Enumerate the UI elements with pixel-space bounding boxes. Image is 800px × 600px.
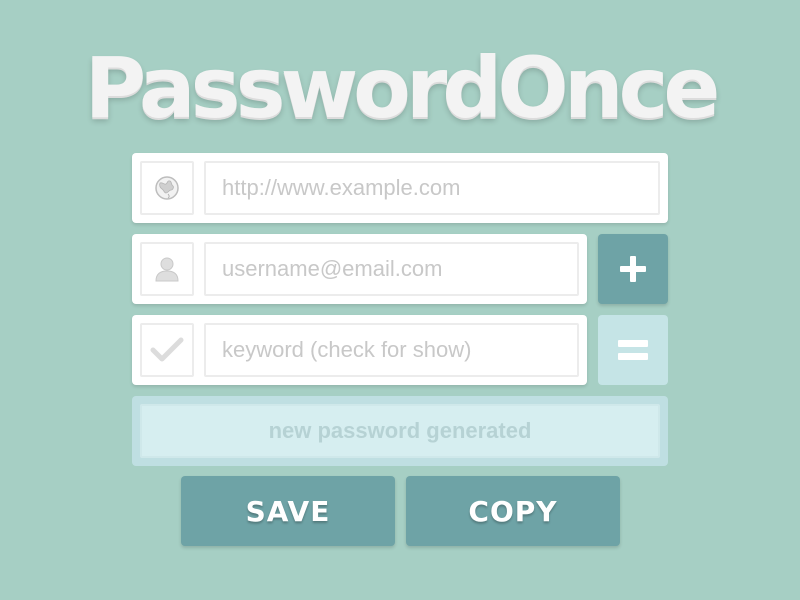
add-button[interactable] [598, 234, 668, 304]
equals-icon [618, 340, 648, 360]
generate-button[interactable] [598, 315, 668, 385]
generated-password-output[interactable]: new password generated [140, 404, 660, 458]
url-input[interactable] [204, 161, 660, 215]
username-row [132, 234, 587, 304]
username-input[interactable] [204, 242, 579, 296]
keyword-input[interactable] [204, 323, 579, 377]
url-icon-box [140, 161, 194, 215]
show-keyword-checkbox[interactable] [140, 323, 194, 377]
save-button[interactable]: SAVE [181, 476, 395, 546]
generated-password-box: new password generated [132, 396, 668, 466]
app-logo-title: PasswordOnce [84, 39, 721, 137]
user-icon-box [140, 242, 194, 296]
keyword-row [132, 315, 587, 385]
user-icon [155, 257, 179, 282]
check-icon [150, 337, 184, 362]
plus-icon [620, 256, 646, 282]
globe-icon [155, 176, 179, 200]
copy-button[interactable]: COPY [406, 476, 620, 546]
url-row [132, 153, 668, 223]
